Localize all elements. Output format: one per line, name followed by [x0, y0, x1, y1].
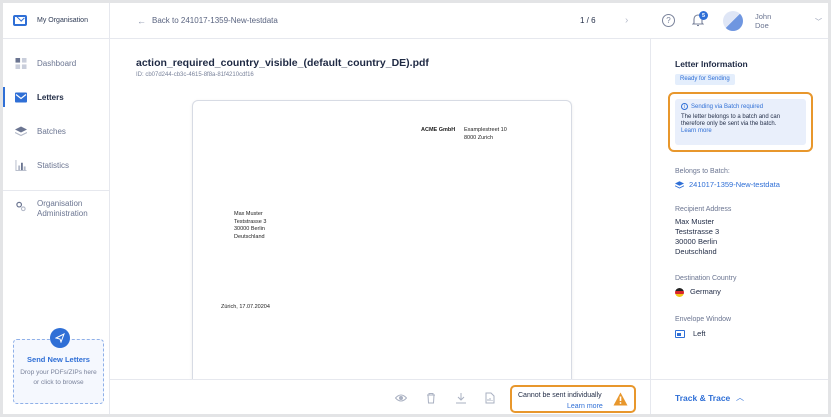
sidebar-item-letters[interactable]: Letters	[3, 80, 109, 114]
status-badge: Ready for Sending	[675, 74, 735, 85]
info-icon: i	[681, 103, 688, 110]
app-window: My Organisation Dashboard Letters Batche…	[3, 3, 828, 414]
sidebar-item-label: Letters	[37, 92, 64, 102]
batch-notice-heading-text: Sending via Batch required	[691, 103, 764, 110]
user-name[interactable]: John Doe	[755, 12, 771, 30]
warning-learn-more-link[interactable]: Learn more	[567, 403, 603, 410]
trash-icon[interactable]	[425, 392, 437, 404]
country-name: Germany	[690, 287, 721, 296]
sidebar-item-label: Dashboard	[37, 58, 77, 68]
sidebar-item-administration[interactable]: Organisation Administration	[3, 190, 109, 230]
chevron-up-icon: ︿	[736, 393, 744, 402]
batch-notice-heading: i Sending via Batch required	[681, 103, 800, 110]
letter-date: Zürich, 17.07.20204	[221, 304, 270, 310]
recipient-address-label: Recipient Address	[675, 206, 732, 213]
send-warning: Cannot be sent individually Learn more	[510, 385, 636, 413]
envelope-window-label: Envelope Window	[675, 316, 732, 323]
avatar[interactable]	[723, 11, 743, 31]
pager-indicator: 1 / 6	[580, 16, 596, 25]
sidebar-item-batches[interactable]: Batches	[3, 114, 109, 148]
recipient-line: Teststrasse 3	[675, 227, 720, 236]
notification-badge: 5	[699, 11, 708, 20]
document-report-icon[interactable]	[484, 392, 496, 404]
warning-text: Cannot be sent individually	[518, 392, 602, 399]
document-viewer: action_required_country_visible_(default…	[110, 39, 650, 414]
download-icon[interactable]	[455, 392, 467, 404]
upload-title: Send New Letters	[27, 355, 90, 364]
sidebar-item-label: Statistics	[37, 160, 70, 170]
envelope-window-icon	[675, 330, 685, 338]
chevron-right-icon[interactable]: ›	[625, 15, 628, 26]
document-toolbar: Cannot be sent individually Learn more	[110, 379, 650, 414]
user-first-name: John	[755, 12, 772, 21]
envelope-window-value: Left	[675, 329, 706, 339]
belongs-to-batch-label: Belongs to Batch:	[675, 168, 730, 175]
org-name: My Organisation	[37, 17, 88, 24]
upload-dropzone[interactable]: Send New Letters Drop your PDFs/ZIPs her…	[13, 328, 104, 404]
batch-name: 241017-1359-New-testdata	[689, 180, 780, 189]
recipient-address: Max Muster Teststrasse 3 30000 Berlin De…	[234, 211, 266, 241]
batch-notice-learn-more-link[interactable]: Learn more	[681, 128, 800, 134]
envelope-logo-icon	[13, 15, 27, 26]
document-title: action_required_country_visible_(default…	[136, 57, 429, 69]
chevron-down-icon[interactable]: ﹀	[815, 17, 822, 27]
track-and-trace-toggle[interactable]: Track & Trace ︿	[651, 379, 828, 414]
help-icon[interactable]: ?	[662, 14, 675, 27]
back-link[interactable]: ← Back to 241017-1359-New-testdata	[137, 16, 278, 26]
germany-flag-icon	[675, 287, 684, 297]
back-label: Back to 241017-1359-New-testdata	[152, 16, 278, 25]
batch-link[interactable]: 241017-1359-New-testdata	[675, 180, 780, 189]
recipient-address-value: Max Muster Teststrasse 3 30000 Berlin De…	[675, 217, 719, 257]
upload-subtitle: Drop your PDFs/ZIPs here or click to bro…	[20, 369, 97, 386]
panel-title: Letter Information	[675, 59, 748, 69]
sender-name: ACME GmbH	[421, 127, 456, 133]
layers-icon	[15, 126, 27, 136]
recipient-line: 30000 Berlin	[234, 226, 265, 232]
envelope-side: Left	[693, 329, 706, 338]
letter-info-panel: Letter Information Ready for Sending i S…	[650, 39, 828, 414]
recipient-line: Max Muster	[675, 217, 715, 226]
sender-city: 8000 Zurich	[464, 134, 494, 141]
destination-country-label: Destination Country	[675, 275, 737, 282]
sidebar-item-label: Organisation Administration	[37, 199, 88, 218]
gear-icon	[16, 201, 26, 212]
bar-chart-icon	[15, 159, 27, 171]
sidebar-nav: Dashboard Letters Batches Statistics Org…	[3, 46, 109, 230]
batch-notice: i Sending via Batch required The letter …	[668, 92, 813, 152]
user-last-name: Doe	[755, 21, 769, 30]
layers-icon	[675, 180, 684, 189]
sender-address: Examplestreet 10 8000 Zurich	[464, 127, 507, 142]
sidebar-item-label: Batches	[37, 126, 66, 136]
send-icon[interactable]	[50, 328, 70, 348]
document-id: ID: cb07d244-cb3c-4615-8f8a-81f4210cdf16	[136, 72, 254, 78]
track-and-trace-label: Track & Trace	[675, 393, 731, 403]
recipient-line: Deutschland	[675, 247, 717, 256]
sidebar-item-statistics[interactable]: Statistics	[3, 148, 109, 182]
sender-street: Examplestreet 10	[464, 127, 507, 133]
dashboard-icon	[15, 57, 27, 69]
recipient-line: Teststrasse 3	[234, 218, 267, 225]
eye-icon[interactable]	[395, 392, 407, 404]
recipient-line: Deutschland	[234, 233, 265, 240]
recipient-line: Max Muster	[234, 211, 263, 217]
org-switcher[interactable]: My Organisation	[3, 3, 109, 39]
top-bar: ← Back to 241017-1359-New-testdata 1 / 6…	[110, 3, 828, 39]
envelope-icon	[15, 92, 27, 102]
letter-preview: ACME GmbH Examplestreet 10 8000 Zurich M…	[192, 100, 572, 385]
warning-icon	[613, 392, 628, 406]
arrow-left-icon: ←	[137, 15, 146, 26]
batch-notice-body: The letter belongs to a batch and can th…	[681, 114, 781, 127]
recipient-line: 30000 Berlin	[675, 237, 718, 246]
sidebar: My Organisation Dashboard Letters Batche…	[3, 3, 110, 414]
sidebar-item-dashboard[interactable]: Dashboard	[3, 46, 109, 80]
destination-country-value: Germany	[675, 287, 721, 297]
